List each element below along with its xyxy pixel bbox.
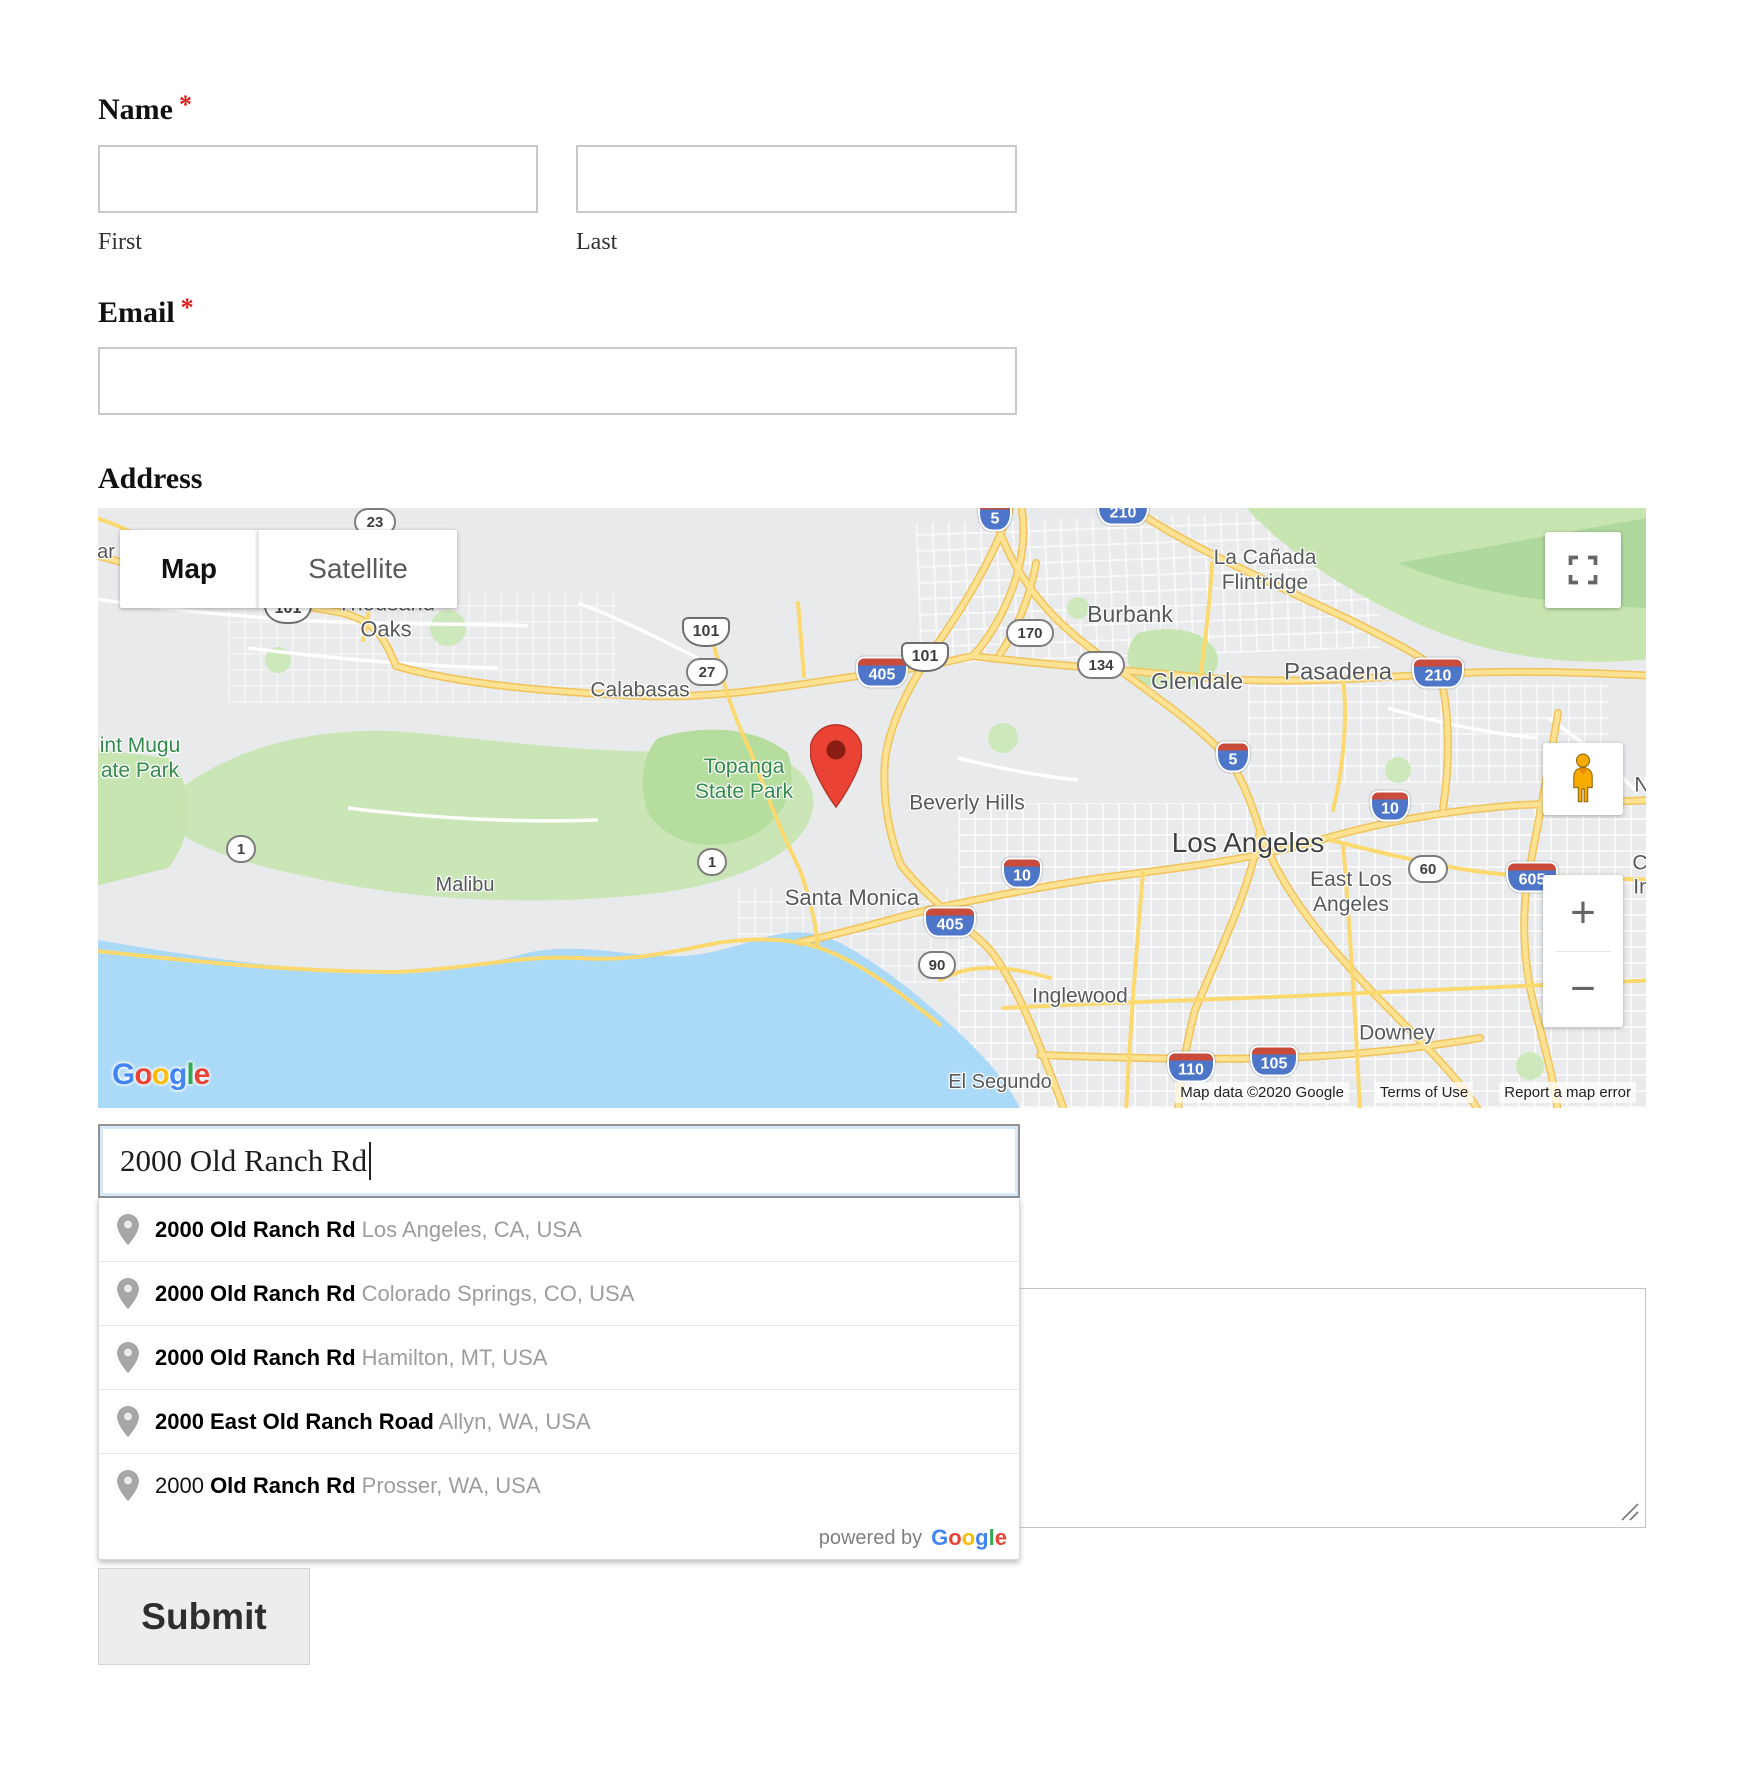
- route-405-badge: 405: [856, 657, 908, 688]
- map-label-malibu: Malibu: [436, 873, 495, 897]
- map-label-beverly-hills: Beverly Hills: [909, 790, 1025, 815]
- location-pin-icon: [810, 724, 862, 813]
- text-caret: [369, 1142, 371, 1180]
- zoom-in-button[interactable]: +: [1543, 875, 1623, 951]
- route-10-badge: 10: [1002, 858, 1042, 889]
- map-attribution: Map data ©2020 Google Terms of Use Repor…: [1175, 1082, 1636, 1103]
- first-name-input[interactable]: [98, 145, 538, 213]
- google-map[interactable]: ar ThousandOaks Calabasas int Muguate Pa…: [98, 508, 1646, 1108]
- autocomplete-item[interactable]: 2000 East Old Ranch Road Allyn, WA, USA: [99, 1389, 1019, 1453]
- route-110-badge: 110: [1167, 1052, 1215, 1083]
- route-60-badge: 60: [1408, 855, 1448, 883]
- submit-button[interactable]: Submit: [98, 1568, 310, 1665]
- google-logo-small: Google: [931, 1525, 1007, 1551]
- last-sublabel: Last: [576, 230, 617, 254]
- last-name-input[interactable]: [576, 145, 1017, 213]
- zoom-out-button[interactable]: −: [1543, 952, 1623, 1028]
- email-label: Email*: [98, 298, 194, 328]
- place-pin-icon: [117, 1342, 139, 1373]
- map-data-text: Map data ©2020 Google: [1175, 1082, 1349, 1103]
- map-label-la-canada: La CañadaFlintridge: [1214, 545, 1317, 595]
- report-map-error-link[interactable]: Report a map error: [1499, 1082, 1636, 1103]
- map-type-button-map[interactable]: Map: [120, 530, 258, 608]
- map-label-inglewood: Inglewood: [1032, 983, 1128, 1008]
- map-label-partial: In: [1633, 874, 1646, 899]
- address-input[interactable]: 2000 Old Ranch Rd: [98, 1124, 1020, 1198]
- textarea-resize-handle[interactable]: [1618, 1500, 1640, 1522]
- pegman-button[interactable]: [1543, 743, 1623, 815]
- map-label-glendale: Glendale: [1151, 668, 1243, 696]
- pegman-icon: [1566, 753, 1600, 805]
- fullscreen-button[interactable]: [1545, 532, 1621, 608]
- route-90-badge: 90: [918, 951, 956, 979]
- address-autocomplete-dropdown: 2000 Old Ranch Rd Los Angeles, CA, USA 2…: [98, 1198, 1020, 1560]
- route-1-badge: 1: [226, 835, 256, 863]
- route-105-badge: 105: [1250, 1046, 1298, 1077]
- map-label-santa-monica: Santa Monica: [785, 885, 920, 911]
- place-pin-icon: [117, 1470, 139, 1501]
- place-pin-icon: [117, 1278, 139, 1309]
- route-27-badge: 27: [686, 658, 728, 686]
- required-asterisk: *: [179, 90, 192, 119]
- route-210-badge: 210: [1097, 508, 1149, 526]
- route-405-badge: 405: [924, 907, 976, 938]
- name-label: Name*: [98, 95, 192, 125]
- map-label-pasadena: Pasadena: [1284, 659, 1392, 688]
- place-pin-icon: [117, 1406, 139, 1437]
- route-5-badge: 5: [1216, 742, 1250, 773]
- map-label-east-los-angeles: East LosAngeles: [1310, 867, 1392, 917]
- map-label-el-segundo: El Segundo: [948, 1070, 1051, 1094]
- route-134-badge: 134: [1077, 651, 1125, 679]
- required-asterisk: *: [181, 293, 194, 322]
- map-label-downey: Downey: [1359, 1020, 1435, 1045]
- route-170-badge: 170: [1006, 619, 1054, 647]
- map-type-button-satellite[interactable]: Satellite: [258, 530, 457, 608]
- first-sublabel: First: [98, 230, 142, 254]
- map-label-topanga: TopangaState Park: [695, 754, 793, 804]
- email-input[interactable]: [98, 347, 1017, 415]
- autocomplete-item[interactable]: 2000 Old Ranch Rd Colorado Springs, CO, …: [99, 1261, 1019, 1325]
- map-label-point-mugu: int Muguate Park: [100, 733, 181, 783]
- map-label-los-angeles: Los Angeles: [1172, 826, 1325, 860]
- route-10-badge: 10: [1370, 791, 1410, 822]
- autocomplete-item[interactable]: 2000 Old Ranch Rd Prosser, WA, USA: [99, 1453, 1019, 1517]
- autocomplete-item[interactable]: 2000 Old Ranch Rd Hamilton, MT, USA: [99, 1325, 1019, 1389]
- map-label-partial: C: [1632, 850, 1646, 875]
- address-label: Address: [98, 464, 202, 494]
- powered-by-google: powered by Google: [99, 1517, 1019, 1559]
- map-label-partial: N: [1634, 772, 1646, 797]
- fullscreen-icon: [1568, 555, 1598, 585]
- map-label-partial: ar: [98, 540, 115, 564]
- route-210-badge: 210: [1412, 658, 1464, 689]
- autocomplete-item[interactable]: 2000 Old Ranch Rd Los Angeles, CA, USA: [99, 1198, 1019, 1261]
- map-label-burbank: Burbank: [1087, 601, 1173, 629]
- zoom-control: + −: [1543, 875, 1623, 1027]
- map-label-calabasas: Calabasas: [590, 677, 689, 702]
- google-logo[interactable]: Google: [112, 1058, 209, 1092]
- place-pin-icon: [117, 1214, 139, 1245]
- route-1-badge: 1: [697, 848, 727, 876]
- terms-of-use-link[interactable]: Terms of Use: [1375, 1082, 1473, 1103]
